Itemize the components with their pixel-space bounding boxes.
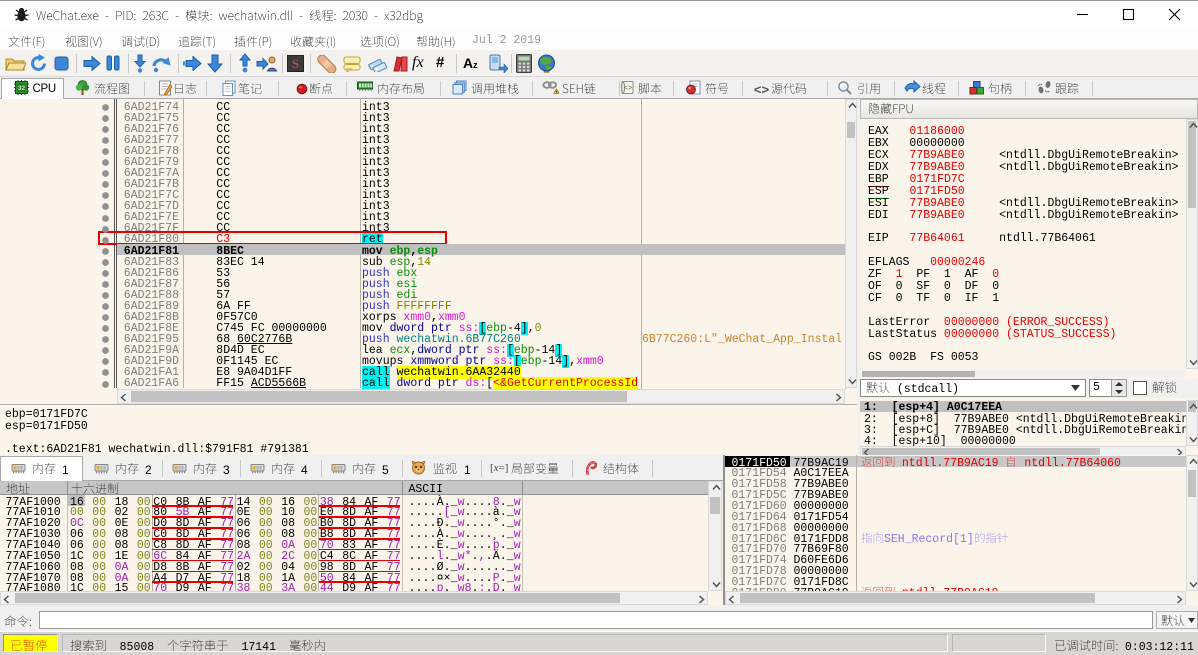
svg-text:<>: <> [754, 83, 769, 96]
svg-text:<>: <> [623, 85, 631, 93]
svg-text:32: 32 [18, 85, 26, 92]
svg-text:S: S [292, 56, 299, 71]
